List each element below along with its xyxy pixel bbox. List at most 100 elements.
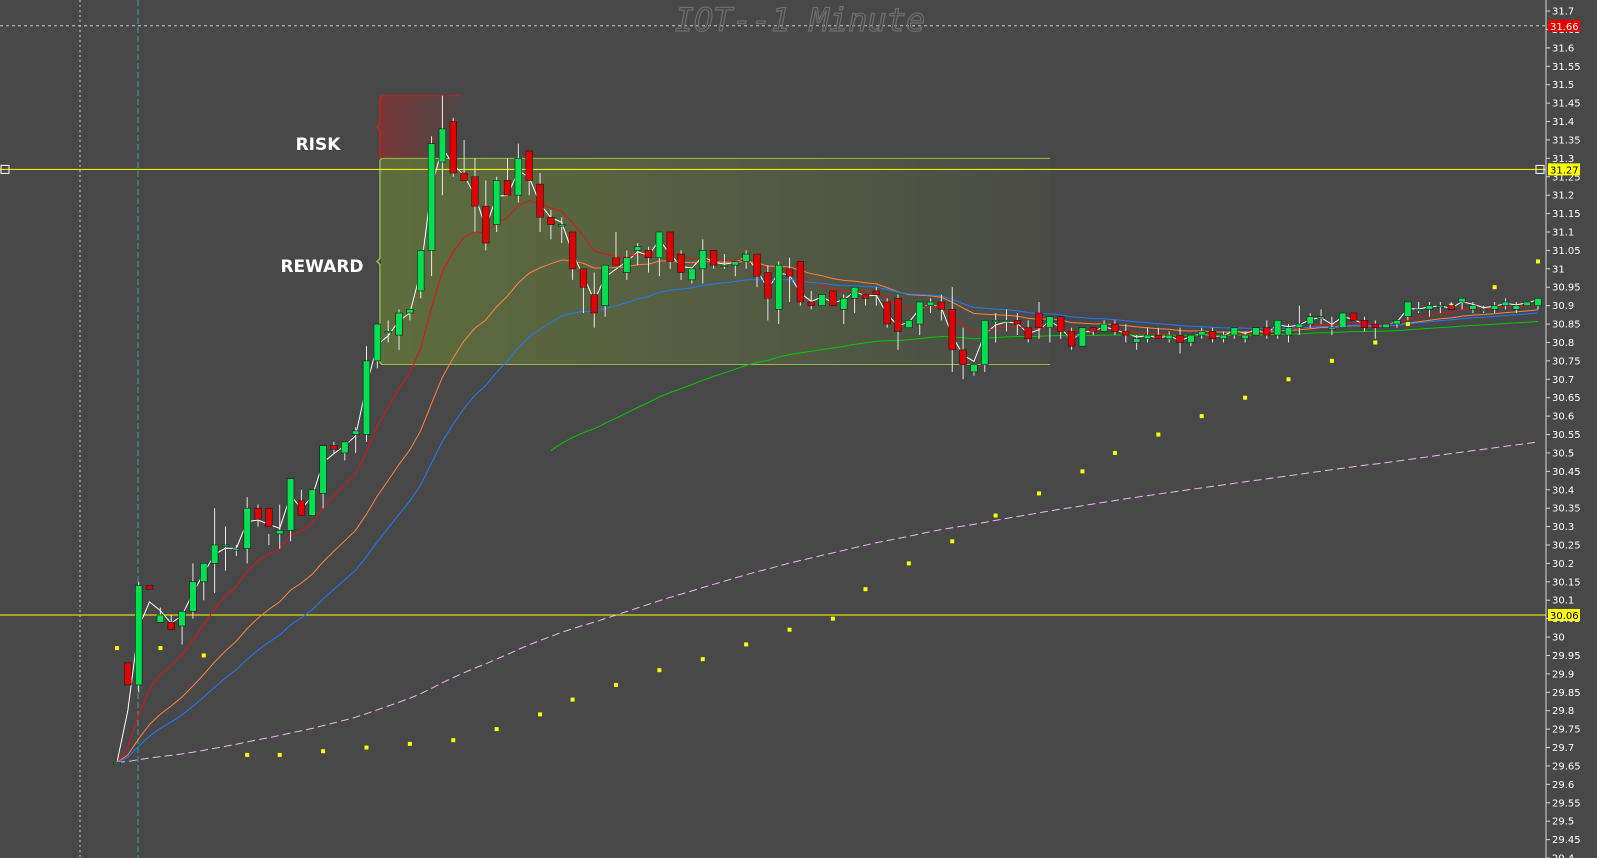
candle-body <box>558 224 566 227</box>
candle-body <box>1198 331 1206 336</box>
candle-body <box>1230 327 1238 336</box>
candle-body <box>1252 327 1260 336</box>
candle-body <box>1328 327 1336 330</box>
y-tick-label: 30.35 <box>1552 504 1581 515</box>
candle-body <box>1078 327 1087 347</box>
sar-dot <box>1080 469 1085 474</box>
price-chart[interactable]: IOT--1 Minute RISK REWARD 29.4 29.45 29.5 2… <box>0 0 1597 858</box>
y-tick-label: 30.7 <box>1552 375 1574 386</box>
candle-body <box>384 331 392 334</box>
sar-dot <box>863 587 868 592</box>
candle-body <box>590 294 598 314</box>
candle-body <box>427 143 436 251</box>
y-tick-label: 31.6 <box>1552 43 1574 54</box>
candle-body <box>688 268 696 281</box>
sar-dot <box>494 727 499 732</box>
sar-dot <box>1243 395 1248 400</box>
candle-body <box>1208 331 1217 340</box>
candle-body <box>1132 338 1141 343</box>
candle-body <box>568 231 577 270</box>
candle-body <box>145 585 154 590</box>
candle-body <box>753 253 761 277</box>
y-tick-label: 29.95 <box>1552 651 1581 662</box>
candle-body <box>471 176 479 207</box>
candle-body <box>135 585 143 686</box>
candle-body <box>1349 312 1358 321</box>
sar-dot <box>906 561 911 566</box>
candle-body <box>991 320 1000 323</box>
candle-body <box>1024 327 1032 340</box>
candle-body <box>1046 316 1054 329</box>
candle-body <box>1512 305 1520 310</box>
candle-body <box>525 150 533 181</box>
candle-body <box>1458 297 1466 303</box>
y-tick-label: 30.3 <box>1552 522 1574 533</box>
candle-body <box>1501 301 1510 306</box>
chart-title: IOT--1 Minute <box>675 1 925 39</box>
candle-body <box>1415 309 1423 312</box>
candle-body <box>167 622 175 630</box>
candle-body <box>1295 323 1304 329</box>
candle-body <box>1490 305 1499 310</box>
risk-zone <box>381 95 461 159</box>
sar-dot <box>1199 414 1204 419</box>
candle-body <box>319 445 327 494</box>
sar-dot <box>657 668 662 673</box>
candle-body <box>276 529 284 535</box>
sar-dot <box>1156 432 1161 437</box>
candle-body <box>156 614 165 623</box>
candle-body <box>503 180 512 196</box>
candle-body <box>1339 312 1347 329</box>
candle-body <box>850 286 859 299</box>
candle-body <box>807 301 815 306</box>
candle-body <box>883 301 891 325</box>
y-tick-label: 31.55 <box>1552 62 1581 73</box>
candle-body <box>775 264 783 310</box>
chart-area[interactable]: IOT--1 Minute RISK REWARD 29.4 29.45 29.5 2… <box>0 0 1597 858</box>
candle-body <box>634 246 642 251</box>
candle-body <box>1436 305 1445 308</box>
sar-dot <box>570 697 575 702</box>
candle-body <box>178 610 186 627</box>
candle-body <box>1284 327 1293 336</box>
y-tick-label: 31.4 <box>1552 117 1574 128</box>
sar-dot <box>787 627 792 632</box>
candle-body <box>948 309 956 351</box>
candle-body <box>232 548 240 551</box>
y-tick-label: 31.05 <box>1552 246 1581 257</box>
candle-body <box>796 261 805 303</box>
y-tick-label: 30.8 <box>1552 338 1574 349</box>
candle-body <box>1274 320 1282 336</box>
candle-body <box>916 301 924 325</box>
candle-body <box>970 364 978 373</box>
sar-dot <box>201 653 206 658</box>
candle-body <box>514 158 523 196</box>
sar-dot <box>700 657 705 662</box>
sar-dot <box>1536 259 1540 264</box>
candle-body <box>308 489 316 516</box>
sar-dot <box>1405 322 1410 327</box>
candle-body <box>1176 334 1184 343</box>
y-tick-label: 29.55 <box>1552 798 1581 809</box>
candle-body <box>286 478 295 531</box>
candle-body <box>1404 301 1412 317</box>
y-tick-label: 29.7 <box>1552 743 1574 754</box>
candle-body <box>655 231 664 259</box>
y-tick-label: 31.7 <box>1552 7 1574 18</box>
candle-body <box>699 250 707 270</box>
y-tick-label: 30.45 <box>1552 467 1581 478</box>
candle-body <box>840 297 848 310</box>
sar-dot <box>1037 491 1042 496</box>
y-tick-label: 31.45 <box>1552 99 1581 110</box>
candle-body <box>720 264 729 267</box>
candle-body <box>362 360 371 435</box>
y-tick-label: 31.1 <box>1552 227 1574 238</box>
y-tick-label: 31 <box>1552 264 1565 275</box>
candle-body <box>210 544 219 564</box>
y-tick-label: 30.65 <box>1552 393 1581 404</box>
price-tag-label: 31.27 <box>1550 165 1579 176</box>
sar-dot <box>451 738 456 743</box>
y-tick-label: 30.55 <box>1552 430 1581 441</box>
sar-dot <box>613 682 618 687</box>
y-tick-label: 30.95 <box>1552 283 1581 294</box>
